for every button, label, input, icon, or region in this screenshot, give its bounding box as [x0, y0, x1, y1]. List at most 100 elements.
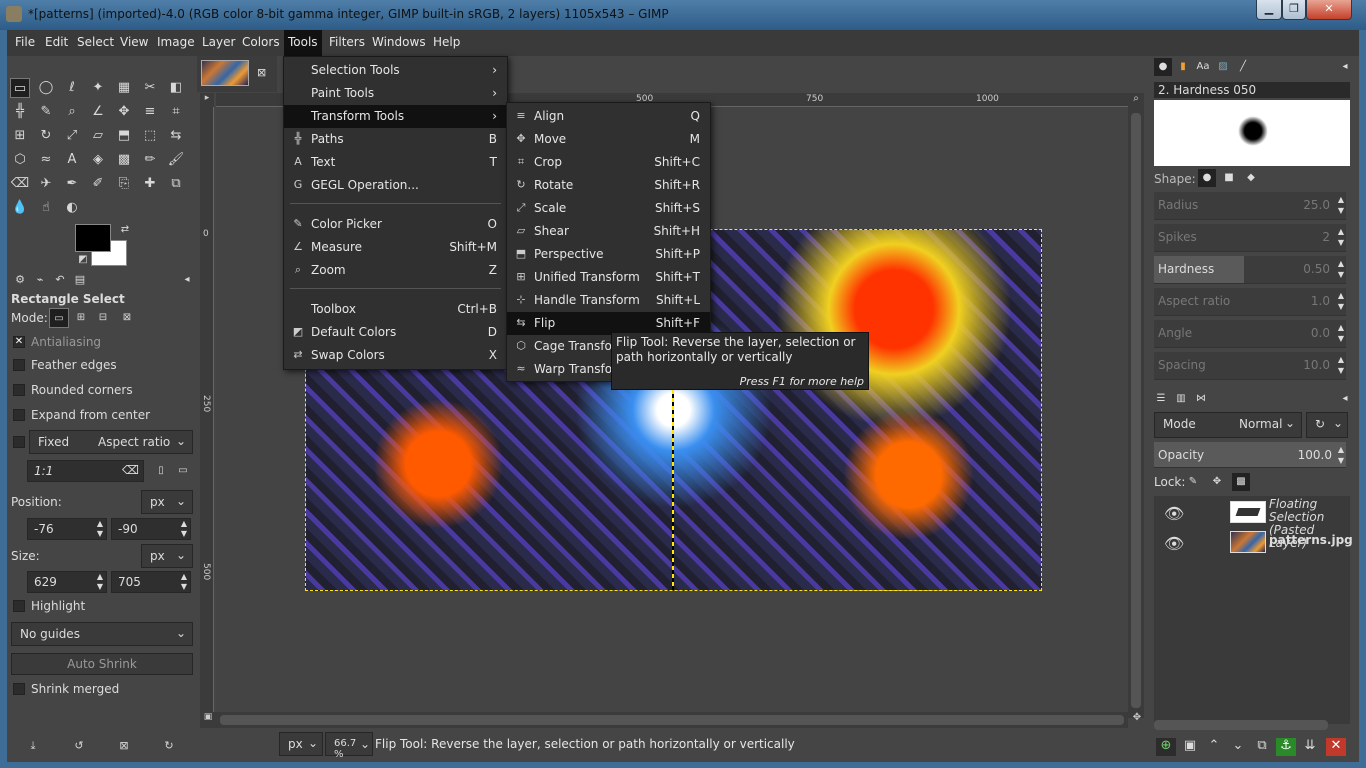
close-tab-icon[interactable]: ⊠	[257, 66, 266, 79]
menuitem-align[interactable]: ≡ Align Q	[507, 105, 710, 128]
menuitem-rotate[interactable]: ↻ Rotate Shift+R	[507, 174, 710, 197]
layer-mode-combo[interactable]: Mode Normal ⌄	[1154, 412, 1302, 438]
menu-view[interactable]: View	[120, 35, 148, 49]
menuitem-zoom[interactable]: ⌕ Zoom Z	[284, 259, 507, 282]
foreground-color-swatch[interactable]	[75, 224, 111, 252]
unit-combo[interactable]: px ⌄	[279, 732, 323, 756]
scissors-tool-icon[interactable]: ✂	[140, 78, 160, 98]
size-h-field[interactable]: 705 ▲ ▼	[111, 571, 191, 593]
foreground-select-tool-icon[interactable]: ◧	[166, 78, 186, 98]
menuitem-transform-tools[interactable]: Transform Tools ›	[284, 105, 507, 128]
new-layer-icon[interactable]: ⊕	[1156, 738, 1176, 756]
airbrush-tool-icon[interactable]: ✈	[36, 174, 56, 194]
paths-tool-icon[interactable]: ╬	[10, 102, 30, 122]
antialiasing-checkbox[interactable]: ✕	[13, 336, 25, 348]
landscape-icon[interactable]: ▭	[173, 461, 193, 481]
layer-row-patterns[interactable]: 👁 patterns.jpg	[1154, 528, 1353, 558]
reset-options-icon[interactable]: ↻	[159, 736, 179, 756]
paint-dynamics-tab-icon[interactable]: ╱	[1234, 58, 1252, 76]
diamond-shape-icon[interactable]: ◆	[1242, 169, 1260, 187]
spin-arrows-icon[interactable]: ▲ ▼	[1338, 444, 1344, 466]
vertical-scrollbar[interactable]: ⌕	[1128, 93, 1144, 718]
guides-combo[interactable]: No guides ⌄	[11, 622, 193, 646]
swap-colors-icon[interactable]: ⇄	[115, 220, 135, 240]
default-colors-icon[interactable]: ◩	[73, 250, 93, 270]
eye-icon[interactable]: 👁	[1164, 504, 1184, 523]
perspective-clone-tool-icon[interactable]: ⧉	[166, 174, 186, 194]
square-shape-icon[interactable]: ■	[1220, 169, 1238, 187]
size-w-field[interactable]: 629 ▲ ▼	[27, 571, 107, 593]
hardness-slider[interactable]: Hardness 0.50 ▲ ▼	[1154, 256, 1346, 284]
minimize-button[interactable]: ▁	[1256, 0, 1282, 20]
spin-arrows-icon[interactable]: ▲ ▼	[94, 519, 106, 539]
lock-pixels-icon[interactable]: ✎	[1184, 473, 1202, 491]
menu-edit[interactable]: Edit	[45, 35, 68, 49]
opacity-slider[interactable]: Opacity 100.0 ▲ ▼	[1154, 442, 1346, 468]
menuitem-scale[interactable]: ⤢ Scale Shift+S	[507, 197, 710, 220]
spin-arrows-icon[interactable]: ▲ ▼	[1338, 194, 1344, 216]
perspective-tool-icon[interactable]: ⬒	[114, 126, 134, 146]
restore-options-icon[interactable]: ↺	[69, 736, 89, 756]
position-x-field[interactable]: -76 ▲ ▼	[27, 518, 107, 540]
menuitem-color-picker[interactable]: ✎ Color Picker O	[284, 213, 507, 236]
mode-add-icon[interactable]: ⊞	[71, 308, 91, 328]
zoom-combo[interactable]: 66.7 % ⌄	[325, 732, 373, 760]
circle-shape-icon[interactable]: ●	[1198, 169, 1216, 187]
menuitem-selection-tools[interactable]: Selection Tools ›	[284, 59, 507, 82]
position-y-field[interactable]: -90 ▲ ▼	[111, 518, 191, 540]
aspect-ratio-field[interactable]: 1:1 ⌫	[27, 460, 144, 482]
configure-tab-icon[interactable]: ◂	[1336, 390, 1354, 408]
spin-arrows-icon[interactable]: ▲ ▼	[178, 519, 190, 539]
shrink-merged-checkbox[interactable]	[13, 683, 25, 695]
spin-arrows-icon[interactable]: ▲ ▼	[94, 572, 106, 592]
bucket-fill-tool-icon[interactable]: ◈	[88, 150, 108, 170]
menuitem-perspective[interactable]: ⬒ Perspective Shift+P	[507, 243, 710, 266]
fuzzy-select-tool-icon[interactable]: ✦	[88, 78, 108, 98]
select-by-color-tool-icon[interactable]: ▦	[114, 78, 134, 98]
layer-row-floating[interactable]: 👁 Floating Selection (Pasted Layer)	[1154, 498, 1350, 550]
3d-transform-tool-icon[interactable]: ⬚	[140, 126, 160, 146]
move-tool-icon[interactable]: ✥	[114, 102, 134, 122]
mode-subtract-icon[interactable]: ⊟	[93, 308, 113, 328]
menuitem-handle-transform[interactable]: ⊹ Handle Transform Shift+L	[507, 289, 710, 312]
menu-filters[interactable]: Filters	[329, 35, 365, 49]
menu-tools[interactable]: Tools	[284, 30, 322, 56]
spin-arrows-icon[interactable]: ▲ ▼	[1338, 258, 1344, 280]
menuitem-crop[interactable]: ⌗ Crop Shift+C	[507, 151, 710, 174]
paths-tab-icon[interactable]: ⋈	[1192, 390, 1210, 408]
lock-position-icon[interactable]: ✥	[1208, 473, 1226, 491]
quick-mask-icon[interactable]: ▸	[200, 93, 214, 107]
color-picker-tool-icon[interactable]: ✎	[36, 102, 56, 122]
fonts-tab-icon[interactable]: Aa	[1194, 58, 1212, 76]
menu-windows[interactable]: Windows	[372, 35, 426, 49]
smudge-tool-icon[interactable]: ☝	[36, 198, 56, 218]
crop-tool-icon[interactable]: ⌗	[166, 102, 186, 122]
highlight-checkbox[interactable]	[13, 600, 25, 612]
text-tool-icon[interactable]: A	[62, 150, 82, 170]
heal-tool-icon[interactable]: ✚	[140, 174, 160, 194]
menuitem-swap-colors[interactable]: ⇄ Swap Colors X	[284, 344, 507, 367]
auto-shrink-button[interactable]: Auto Shrink	[11, 653, 193, 675]
spin-arrows-icon[interactable]: ▲ ▼	[178, 572, 190, 592]
spacing-slider[interactable]: Spacing 10.0 ▲ ▼	[1154, 352, 1346, 380]
device-status-tab-icon[interactable]: ⌁	[30, 270, 50, 290]
patterns-tab-icon[interactable]: ▮	[1174, 58, 1192, 76]
clone-tool-icon[interactable]: ⎘	[114, 174, 134, 194]
menu-image[interactable]: Image	[157, 35, 195, 49]
measure-tool-icon[interactable]: ∠	[88, 102, 108, 122]
menuitem-text[interactable]: A Text T	[284, 151, 507, 174]
paintbrush-tool-icon[interactable]: 🖌	[166, 150, 186, 170]
spin-arrows-icon[interactable]: ▲ ▼	[1338, 354, 1344, 376]
eye-icon[interactable]: 👁	[1164, 534, 1184, 553]
duplicate-layer-icon[interactable]: ⧉	[1252, 738, 1272, 756]
zoom-navigate-icon[interactable]: ⌕	[1129, 93, 1143, 107]
fixed-checkbox[interactable]	[13, 436, 25, 448]
menu-colors[interactable]: Colors	[242, 35, 280, 49]
rect-select-tool-icon[interactable]: ▭	[10, 78, 30, 98]
menuitem-measure[interactable]: ∠ Measure Shift+M	[284, 236, 507, 259]
configure-tab-icon[interactable]: ◂	[1336, 58, 1354, 76]
zoom-tool-icon[interactable]: ⌕	[62, 102, 82, 122]
rounded-corners-checkbox[interactable]	[13, 384, 25, 396]
ink-tool-icon[interactable]: ✒	[62, 174, 82, 194]
horizontal-scroll-thumb[interactable]	[220, 715, 1124, 725]
